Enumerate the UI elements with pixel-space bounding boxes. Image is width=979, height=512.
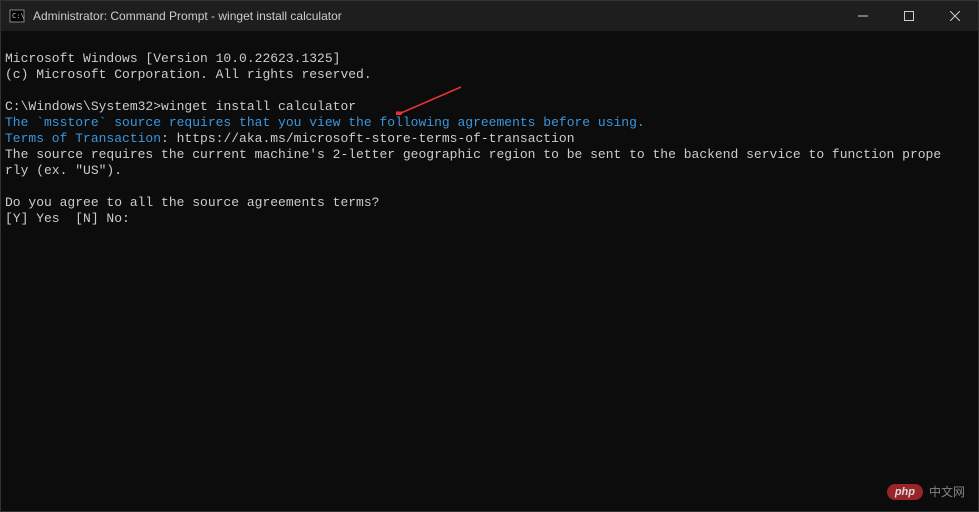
window-controls (840, 1, 978, 31)
titlebar[interactable]: C:\ Administrator: Command Prompt - wing… (1, 1, 978, 31)
version-line: Microsoft Windows [Version 10.0.22623.13… (5, 51, 340, 66)
watermark: php 中文网 (887, 483, 965, 500)
cmd-icon: C:\ (9, 8, 25, 24)
watermark-text: 中文网 (929, 483, 965, 500)
command-text: winget install calculator (161, 99, 356, 114)
terminal-area[interactable]: Microsoft Windows [Version 10.0.22623.13… (1, 31, 978, 511)
terms-label: Terms of Transaction (5, 131, 161, 146)
agreement-options: [Y] Yes [N] No: (5, 211, 130, 226)
command-prompt-window: C:\ Administrator: Command Prompt - wing… (0, 0, 979, 512)
region-msg-b: rly (ex. "US"). (5, 163, 122, 178)
agreement-question: Do you agree to all the source agreement… (5, 195, 379, 210)
prompt: C:\Windows\System32> (5, 99, 161, 114)
watermark-badge: php (887, 484, 923, 500)
window-title: Administrator: Command Prompt - winget i… (33, 9, 840, 23)
svg-text:C:\: C:\ (12, 12, 25, 20)
minimize-button[interactable] (840, 1, 886, 31)
terms-url: : https://aka.ms/microsoft-store-terms-o… (161, 131, 574, 146)
msstore-notice: The `msstore` source requires that you v… (5, 115, 645, 130)
annotation-arrow-icon (396, 85, 466, 115)
copyright-line: (c) Microsoft Corporation. All rights re… (5, 67, 372, 82)
maximize-button[interactable] (886, 1, 932, 31)
close-button[interactable] (932, 1, 978, 31)
region-msg-a: The source requires the current machine'… (5, 147, 941, 162)
